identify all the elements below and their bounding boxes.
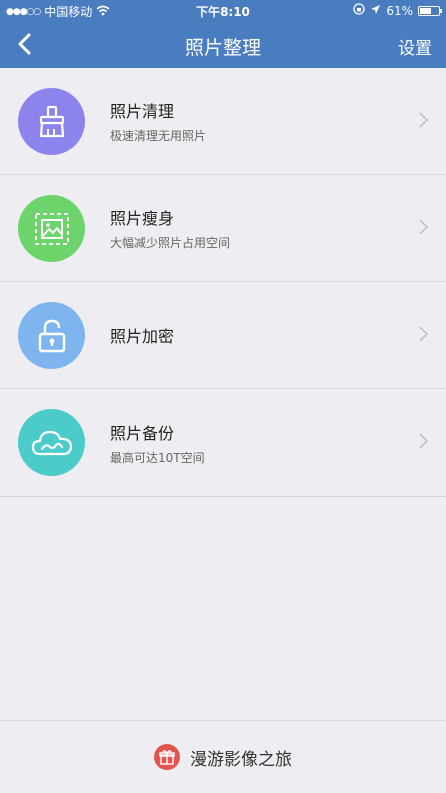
item-text: 照片清理 极速清理无用照片 (110, 68, 206, 174)
item-subtitle: 最高可达10T空间 (110, 450, 205, 465)
broom-icon-circle (18, 88, 85, 155)
lock-icon-circle (18, 302, 85, 369)
settings-button[interactable]: 设置 (398, 34, 432, 59)
nav-bar: 照片整理 设置 (0, 20, 446, 68)
cloud-icon-circle (18, 409, 85, 476)
broom-icon (39, 105, 64, 137)
item-text: 照片瘦身 大幅减少照片占用空间 (110, 175, 230, 281)
page-title: 照片整理 (184, 37, 261, 59)
chevron-right-icon (419, 326, 428, 342)
cloud-icon (31, 430, 72, 455)
menu-list: 照片清理 极速清理无用照片 照片瘦身 大幅减少照片占用空间 照片加密 照片备份 … (0, 68, 446, 497)
battery-icon (418, 5, 442, 16)
battery-percent: 61% (386, 3, 413, 18)
menu-item-photo-backup[interactable]: 照片备份 最高可达10T空间 (0, 389, 446, 497)
status-bar: ●●●○○ 中国移动 下午8:10 61% (0, 0, 446, 20)
lock-icon (38, 319, 65, 352)
gift-icon (154, 744, 180, 770)
battery-fill (420, 7, 431, 14)
item-title: 照片清理 (110, 102, 175, 121)
footer-roaming-journey-button[interactable]: 漫游影像之旅 (0, 720, 446, 793)
status-right: 61% (353, 3, 442, 18)
menu-item-photo-slim[interactable]: 照片瘦身 大幅减少照片占用空间 (0, 175, 446, 282)
chevron-right-icon (419, 219, 428, 235)
chevron-right-icon (419, 112, 428, 128)
item-text: 照片加密 (110, 282, 174, 388)
menu-item-photo-encrypt[interactable]: 照片加密 (0, 282, 446, 389)
image-compress-icon (34, 212, 69, 245)
rotation-lock-icon (353, 3, 365, 18)
chevron-right-icon (419, 433, 428, 449)
item-subtitle: 大幅减少照片占用空间 (110, 236, 231, 250)
menu-item-photo-clean[interactable]: 照片清理 极速清理无用照片 (0, 68, 446, 175)
item-title: 照片备份 (110, 423, 175, 443)
item-title: 照片加密 (110, 327, 175, 346)
item-title: 照片瘦身 (110, 209, 175, 228)
footer-label: 漫游影像之旅 (190, 749, 292, 770)
location-icon (370, 4, 381, 18)
item-subtitle: 极速清理无用照片 (110, 129, 207, 143)
image-compress-icon-circle (18, 195, 85, 262)
item-text: 照片备份 最高可达10T空间 (110, 389, 205, 496)
